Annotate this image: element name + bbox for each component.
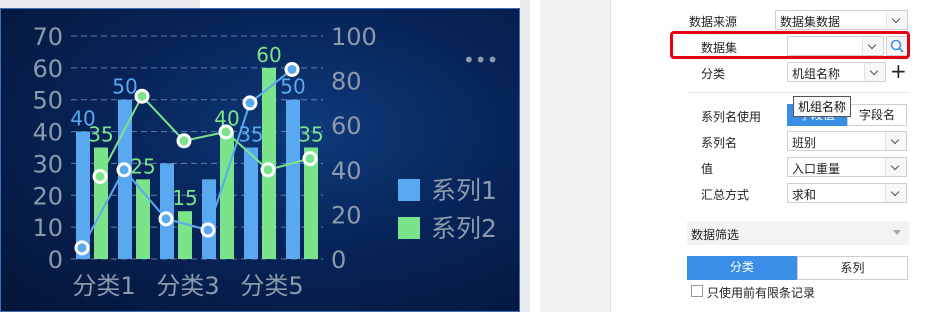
- aggregation-select[interactable]: 求和: [787, 183, 907, 203]
- series-name-label: 系列名: [701, 136, 738, 150]
- value-value: 入口重量: [792, 162, 841, 176]
- bar: [202, 179, 216, 259]
- series-name-row: 系列名 班别: [611, 129, 925, 155]
- more-menu-icon: •••: [463, 48, 498, 72]
- y-left-tick-label: 30: [32, 150, 63, 178]
- x-tick-label: 分类1: [72, 272, 135, 300]
- line-point: [218, 124, 234, 140]
- tab-series[interactable]: 系列: [797, 256, 908, 280]
- limit-records-label: 只使用前有限条记录: [707, 286, 816, 300]
- chevron-down-icon[interactable]: [886, 11, 907, 29]
- highlight-annotation: [670, 31, 910, 59]
- data-source-select[interactable]: 数据集数据: [775, 10, 908, 30]
- category-value: 机组名称: [792, 67, 841, 81]
- bar-data-label: 15: [172, 186, 197, 210]
- line-point: [176, 133, 192, 149]
- line-point: [242, 95, 258, 111]
- bar: [220, 131, 234, 259]
- chart-widget[interactable]: 0 10 20 30 40 50 60 70 0 20 40 60 80 100 40 35 50 25 15 40 3…: [0, 8, 520, 312]
- aggregation-value: 求和: [792, 188, 817, 202]
- x-tick-label: 分类5: [240, 272, 303, 300]
- filter-section-title: 数据筛选: [691, 228, 740, 242]
- y-left-tick-label: 50: [32, 87, 63, 115]
- x-tick-label: 分类3: [156, 272, 219, 300]
- bar-data-label: 35: [88, 123, 113, 147]
- limit-records-checkbox[interactable]: [691, 285, 703, 297]
- legend-label: 系列1: [431, 176, 497, 205]
- canvas-edge: [530, 0, 540, 312]
- combo-chart: 0102030405060700204060801004035502515403…: [32, 23, 498, 300]
- category-label: 分类: [701, 67, 726, 81]
- chevron-down-icon[interactable]: [885, 132, 906, 150]
- series-name-value: 班别: [792, 136, 817, 150]
- y-left-tick-label: 20: [32, 182, 63, 210]
- data-source-label: 数据来源: [689, 15, 738, 29]
- line-point: [158, 211, 174, 227]
- series-name-use-label: 系列名使用: [701, 110, 762, 124]
- value-select[interactable]: 入口重量: [787, 157, 907, 177]
- bar-data-label: 60: [256, 43, 281, 67]
- y-right-tick-label: 80: [331, 68, 362, 96]
- line-point: [116, 162, 132, 178]
- category-select[interactable]: 机组名称: [787, 62, 886, 82]
- line-point: [284, 61, 300, 77]
- y-right-tick-label: 60: [331, 112, 362, 140]
- y-left-tick-label: 0: [48, 246, 63, 274]
- bar-data-label: 35: [298, 123, 323, 147]
- add-icon[interactable]: +: [890, 60, 907, 82]
- bar: [76, 131, 90, 259]
- bar: [118, 99, 132, 259]
- y-left-tick-label: 10: [32, 214, 63, 242]
- line-point: [74, 240, 90, 256]
- legend-label: 系列2: [431, 214, 497, 243]
- y-left-tick-label: 70: [32, 23, 63, 51]
- toggle-field-name[interactable]: 字段名: [847, 104, 907, 126]
- category-row: 分类 机组名称 +: [611, 60, 925, 86]
- line-point: [302, 151, 318, 167]
- tooltip: 机组名称: [793, 96, 852, 117]
- aggregation-row: 汇总方式 求和: [611, 181, 925, 207]
- line-point: [92, 168, 108, 184]
- aggregation-label: 汇总方式: [701, 188, 750, 202]
- value-row: 值 入口重量: [611, 155, 925, 181]
- tab-category[interactable]: 分类: [687, 256, 797, 280]
- y-left-tick-label: 60: [32, 55, 63, 83]
- collapse-caret-icon[interactable]: [893, 230, 901, 235]
- line-point: [134, 88, 150, 104]
- bar-data-label: 50: [280, 75, 305, 99]
- y-right-tick-label: 40: [331, 157, 362, 185]
- bar: [244, 147, 258, 259]
- line-point: [200, 222, 216, 238]
- filter-section-header[interactable]: 数据筛选: [687, 221, 909, 245]
- report-canvas: 0 10 20 30 40 50 60 70 0 20 40 60 80 100 40 35 50 25 15 40 3…: [0, 0, 540, 312]
- bar-data-label: 50: [112, 75, 137, 99]
- chevron-down-icon[interactable]: [864, 63, 885, 81]
- section-divider: [687, 92, 909, 93]
- bar-data-label: 25: [130, 154, 155, 178]
- line-point: [260, 162, 276, 178]
- y-right-tick-label: 100: [331, 23, 377, 51]
- y-right-tick-label: 20: [331, 201, 362, 229]
- legend-swatch: [398, 179, 420, 201]
- y-left-tick-label: 40: [32, 119, 63, 147]
- chevron-down-icon[interactable]: [885, 184, 906, 202]
- bar: [178, 211, 192, 259]
- value-label: 值: [701, 162, 714, 176]
- legend-swatch: [398, 217, 420, 239]
- chevron-down-icon[interactable]: [885, 158, 906, 176]
- y-right-tick-label: 0: [331, 246, 346, 274]
- series-name-select[interactable]: 班别: [787, 131, 907, 151]
- data-source-value: 数据集数据: [780, 15, 841, 29]
- series-name-use-row: 系列名使用 字段值 字段名: [611, 103, 925, 129]
- bar: [160, 163, 174, 259]
